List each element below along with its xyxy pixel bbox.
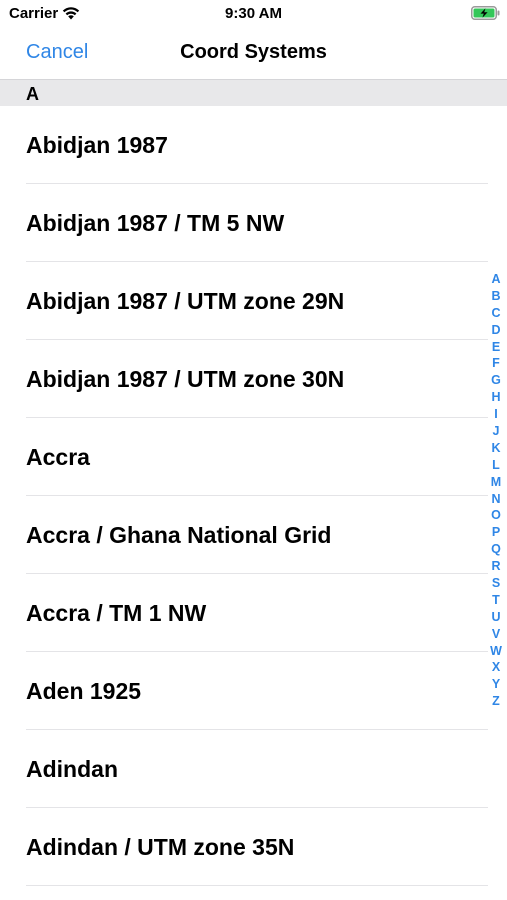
index-letter[interactable]: K <box>491 440 500 457</box>
index-letter[interactable]: Z <box>492 693 500 710</box>
index-letter[interactable]: W <box>490 643 502 660</box>
list-item-label: Adindan / UTM zone 35N <box>26 834 295 860</box>
status-time: 9:30 AM <box>225 5 282 22</box>
list-item-label: Aden 1925 <box>26 678 142 704</box>
list-item-label: Abidjan 1987 <box>26 132 168 158</box>
list-item-label: Adindan <box>26 756 118 782</box>
index-letter[interactable]: P <box>492 524 500 541</box>
coord-system-list: Abidjan 1987 Abidjan 1987 / TM 5 NW Abidja… <box>0 106 507 886</box>
index-letter[interactable]: F <box>492 355 500 372</box>
index-letter[interactable]: J <box>493 423 500 440</box>
list-item-label: Accra / Ghana National Grid <box>26 522 332 548</box>
list-item[interactable]: Aden 1925 <box>0 652 507 730</box>
index-letter[interactable]: Q <box>491 541 501 558</box>
section-header: A <box>0 79 507 106</box>
list-item[interactable]: Accra <box>0 418 507 496</box>
index-letter[interactable]: E <box>492 339 500 356</box>
index-letter[interactable]: G <box>491 372 501 389</box>
list-item[interactable]: Accra / Ghana National Grid <box>0 496 507 574</box>
row-separator <box>26 885 488 886</box>
index-letter[interactable]: N <box>491 491 500 508</box>
index-letter[interactable]: I <box>494 406 497 423</box>
list-item[interactable]: Abidjan 1987 / UTM zone 29N <box>0 262 507 340</box>
list-item-label: Accra <box>26 444 90 470</box>
index-letter[interactable]: S <box>492 575 500 592</box>
index-letter[interactable]: V <box>492 626 500 643</box>
navigation-bar: Cancel Coord Systems <box>0 28 507 79</box>
list-item-label: Abidjan 1987 / UTM zone 30N <box>26 366 345 392</box>
list-item[interactable]: Adindan <box>0 730 507 808</box>
index-letter[interactable]: B <box>491 288 500 305</box>
list-item-label: Abidjan 1987 / TM 5 NW <box>26 210 285 236</box>
index-letter[interactable]: U <box>491 609 500 626</box>
index-letter[interactable]: O <box>491 507 501 524</box>
list-item[interactable]: Abidjan 1987 / TM 5 NW <box>0 184 507 262</box>
index-letter[interactable]: L <box>492 457 500 474</box>
list-item[interactable]: Accra / TM 1 NW <box>0 574 507 652</box>
section-header-label: A <box>26 84 39 104</box>
index-letter[interactable]: C <box>491 305 500 322</box>
index-letter[interactable]: H <box>491 389 500 406</box>
index-letter[interactable]: A <box>491 271 500 288</box>
index-letter[interactable]: M <box>491 474 501 491</box>
page-title: Coord Systems <box>180 41 327 63</box>
index-letter[interactable]: Y <box>492 676 500 693</box>
battery-charging-icon <box>471 6 500 20</box>
index-letter[interactable]: D <box>491 322 500 339</box>
index-letter[interactable]: R <box>491 558 500 575</box>
list-item[interactable]: Abidjan 1987 / UTM zone 30N <box>0 340 507 418</box>
status-bar: Carrier 9:30 AM <box>0 0 507 28</box>
index-letter[interactable]: T <box>492 592 500 609</box>
list-item[interactable]: Adindan / UTM zone 35N <box>0 808 507 886</box>
section-index[interactable]: ABCDEFGHIJKLMNOPQRSTUVWXYZ <box>489 271 503 710</box>
coord-systems-screen: Carrier 9:30 AM Cancel Coord Systems A A… <box>0 0 507 900</box>
list-item-label: Accra / TM 1 NW <box>26 600 207 626</box>
list-item-label: Abidjan 1987 / UTM zone 29N <box>26 288 345 314</box>
list-item[interactable]: Abidjan 1987 <box>0 106 507 184</box>
index-letter[interactable]: X <box>492 659 500 676</box>
